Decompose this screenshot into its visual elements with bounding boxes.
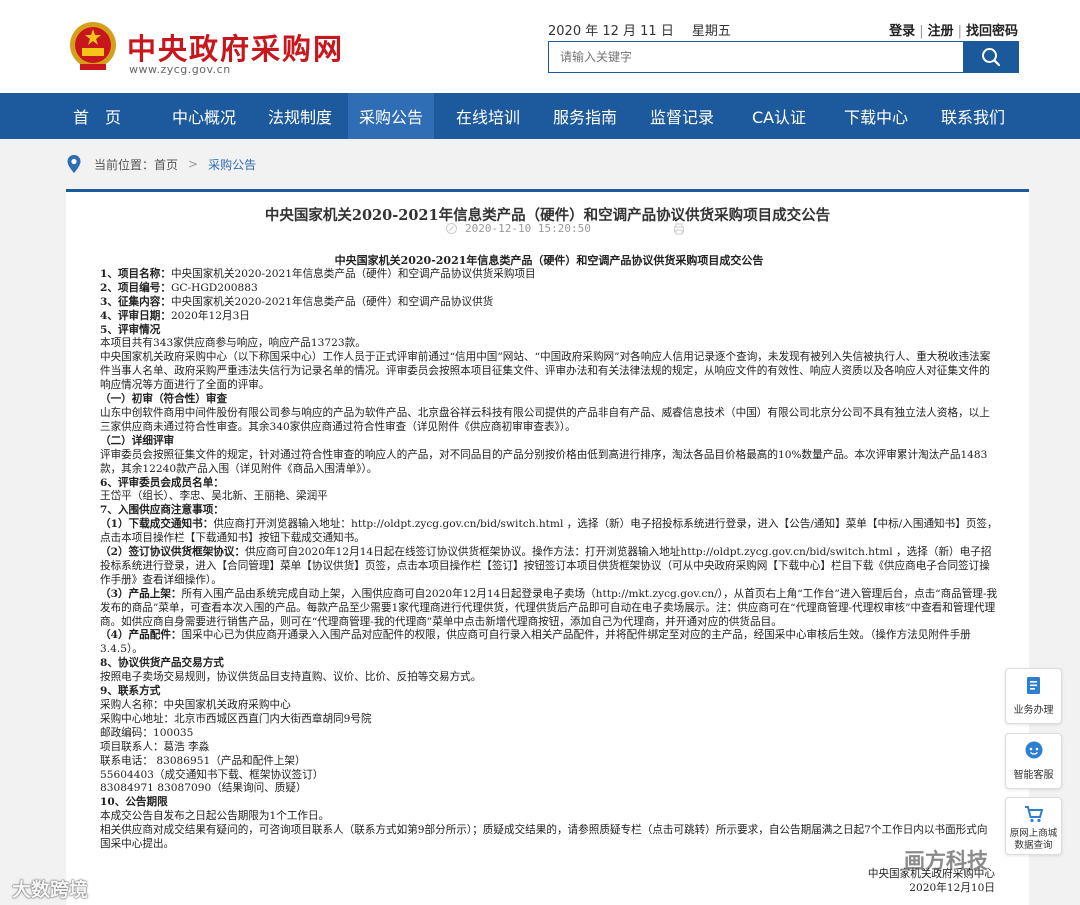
- side-service-button[interactable]: 智能客服: [1005, 733, 1062, 789]
- content-line: （2）签订协议供货框架协议：供应商可自2020年12月14日起在线签订协议供货框…: [100, 546, 992, 586]
- header: 中央政府采购网 www.zycg.gov.cn 2020 年 12 月 11 日…: [0, 0, 1080, 93]
- content-line: 相关供应商对成交结果有疑问的，可咨询项目联系人（联系方式如第9部分所示）；质疑成…: [100, 824, 988, 851]
- content-line: 2、项目编号：GC-HGD200883: [100, 281, 258, 294]
- current-date: 2020 年 12 月 11 日: [548, 24, 674, 39]
- content-line: 邮政编码：100035: [100, 726, 194, 739]
- content-line: 项目联系人：葛浩 李淼: [100, 740, 210, 753]
- content-line: 6、评审委员会成员名单：: [100, 476, 224, 489]
- nav-ca-certification[interactable]: CA认证: [736, 93, 822, 139]
- content-line: （二）详细评审: [100, 434, 175, 447]
- side-business-label: 业务办理: [1013, 705, 1054, 716]
- watermark-left: 大数跨境: [12, 879, 89, 901]
- sign-date: 2020年12月10日: [909, 881, 995, 894]
- content-line: 采购中心地址：北京市西城区西直门内大街西章胡同9号院: [100, 712, 372, 725]
- separator: |: [919, 24, 924, 39]
- search-input[interactable]: [549, 42, 963, 72]
- chat-icon: [1025, 741, 1042, 759]
- nav-download-center[interactable]: 下载中心: [822, 93, 930, 139]
- article-meta: 2020-12-10 15:20:50: [66, 222, 1029, 236]
- nav-regulations[interactable]: 法规制度: [252, 93, 348, 139]
- content-line: 1、项目名称：中央国家机关2020-2021年信息类产品（硬件）和空调产品协议供…: [100, 267, 536, 280]
- side-mall-button[interactable]: 原网上商城数据查询: [1005, 797, 1062, 855]
- article: 中央国家机关2020-2021年信息类产品（硬件）和空调产品协议供货采购项目成交…: [66, 189, 1029, 905]
- content-line: （一）初审（符合性）审查: [100, 393, 228, 406]
- date-display: 2020 年 12 月 11 日 星期五: [548, 20, 749, 39]
- user-links: 登录 | 注册 | 找回密码: [889, 20, 1018, 39]
- site-url: www.zycg.gov.cn: [129, 63, 231, 76]
- page: 中央政府采购网 www.zycg.gov.cn 2020 年 12 月 11 日…: [0, 0, 1080, 905]
- site-title: 中央政府采购网: [127, 32, 345, 66]
- edit-icon: [446, 223, 457, 234]
- nav-center-overview[interactable]: 中心概况: [156, 93, 252, 139]
- article-content: 中央国家机关2020-2021年信息类产品（硬件）和空调产品协议供货采购项目成交…: [100, 254, 998, 852]
- content-line: 9、联系方式: [100, 685, 161, 698]
- search-icon: [982, 48, 1001, 67]
- content-line: 5、评审情况: [100, 323, 161, 336]
- search-box: [548, 41, 964, 73]
- content-line: 7、入围供应商注意事项：: [100, 504, 224, 517]
- content-line: 中央国家机关政府采购中心（以下称国采中心）工作人员于正式评审前通过“信用中国”网…: [100, 351, 991, 392]
- content-line: 本项目共有343家供应商参与响应，响应产品13723款。: [100, 337, 366, 350]
- main-nav: 首 页 中心概况 法规制度 采购公告 在线培训 服务指南 监督记录 CA认证 下…: [0, 93, 1080, 139]
- register-link[interactable]: 注册: [928, 24, 954, 39]
- content-line: 山东中创软件商用中间件股份有限公司参与响应的产品为软件产品、北京盘谷祥云科技有限…: [100, 406, 990, 433]
- publish-date: 2020-12-10 15:20:50: [465, 222, 591, 235]
- nav-contact-us[interactable]: 联系我们: [930, 93, 1016, 139]
- side-service-label: 智能客服: [1013, 770, 1054, 781]
- nav-online-training[interactable]: 在线培训: [434, 93, 542, 139]
- content-line: 83084971 83087090（结果询问、质疑）: [100, 782, 307, 795]
- nav-procurement-notices[interactable]: 采购公告: [348, 93, 434, 139]
- separator: |: [957, 24, 962, 39]
- content-line: 10、公告期限: [100, 796, 168, 809]
- content-line: 3、征集内容：中央国家机关2020-2021年信息类产品（硬件）和空调产品协议供…: [100, 295, 494, 308]
- content-line: 8、协议供货产品交易方式: [100, 657, 224, 670]
- breadcrumb-current[interactable]: 采购公告: [208, 156, 256, 173]
- current-weekday: 星期五: [691, 24, 731, 39]
- print-icon[interactable]: [673, 223, 685, 235]
- document-icon: [1026, 677, 1040, 694]
- side-mall-label: 原网上商城数据查询: [1009, 828, 1058, 851]
- nav-supervision-records[interactable]: 监督记录: [628, 93, 736, 139]
- content-line: （4）产品配件：国采中心已为供应商开通录入入围产品对应配件的权限，供应商可自行录…: [100, 629, 971, 656]
- content-line: 评审委员会按照征集文件的规定，针对通过符合性审查的响应人的产品，对不同品目的产品…: [100, 448, 988, 475]
- nav-home[interactable]: 首 页: [66, 93, 128, 139]
- content-line: 4、评审日期：2020年12月3日: [100, 309, 250, 322]
- watermark-right: 画方科技: [904, 849, 988, 873]
- login-link[interactable]: 登录: [889, 24, 915, 39]
- content-line: 55604403（成交通知书下载、框架协议签订）: [100, 768, 324, 781]
- content-line: 按照电子卖场交易规则，协议供货品目支持直购、议价、比价、反拍等交易方式。: [100, 671, 482, 684]
- breadcrumb-prefix: 当前位置：: [94, 157, 155, 172]
- content-line: （1）下载成交通知书：供应商打开浏览器输入地址：http://oldpt.zyc…: [100, 518, 998, 545]
- location-icon: [67, 155, 81, 173]
- content-line: （3）产品上架：所有入围产品由系统完成自动上架，入围供应商可自2020年12月1…: [100, 587, 998, 628]
- breadcrumb: 当前位置： 首页 > 采购公告: [66, 153, 256, 175]
- cart-icon: [1024, 806, 1043, 823]
- chevron-right-icon: >: [188, 157, 199, 171]
- nav-service-guide[interactable]: 服务指南: [542, 93, 628, 139]
- recover-password-link[interactable]: 找回密码: [966, 24, 1018, 39]
- content-title: 中央国家机关2020-2021年信息类产品（硬件）和空调产品协议供货采购项目成交…: [334, 254, 764, 267]
- content-line: 联系电话： 83086951（产品和配件上架）: [100, 754, 306, 767]
- content-line: 王岱平（组长）、李忠、吴北新、王丽艳、梁润平: [100, 490, 328, 503]
- content-line: 本成交公告自发布之日起公告期限为1个工作日。: [100, 810, 330, 823]
- content-body: 1、项目名称：中央国家机关2020-2021年信息类产品（硬件）和空调产品协议供…: [100, 268, 998, 852]
- national-emblem-icon: [70, 22, 116, 70]
- content-line: 采购人名称：中央国家机关政府采购中心: [100, 699, 291, 711]
- side-business-button[interactable]: 业务办理: [1005, 668, 1062, 724]
- breadcrumb-home[interactable]: 首页: [154, 156, 178, 173]
- search-button[interactable]: [963, 41, 1019, 73]
